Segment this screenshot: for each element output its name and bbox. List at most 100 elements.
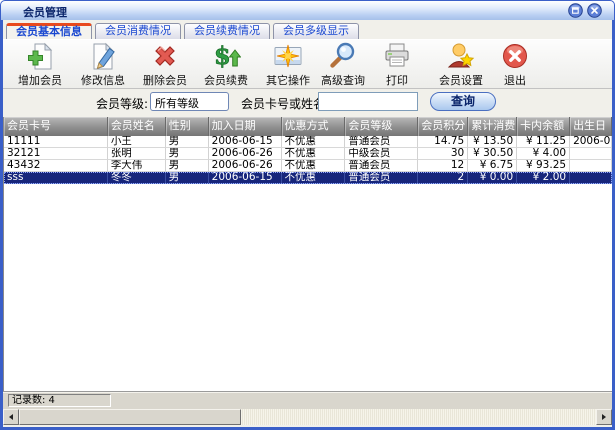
filter-bar: 会员等级: 所有等级 会员卡号或姓名: 查询 xyxy=(3,89,612,117)
card-or-name-input[interactable] xyxy=(318,92,418,111)
delete-member-icon xyxy=(150,41,180,71)
toolbar-button-label: 会员续费 xyxy=(204,72,248,88)
member-settings-icon xyxy=(446,41,476,71)
table-cell: ¥ 2.00 xyxy=(517,172,570,184)
table-cell: 30 xyxy=(418,148,468,160)
toolbar-button[interactable]: 其它操作 xyxy=(259,41,317,86)
card-or-name-label: 会员卡号或姓名: xyxy=(241,95,329,112)
table-cell: ¥ 4.00 xyxy=(517,148,570,160)
tab-3[interactable]: 会员续费情况 xyxy=(184,23,270,39)
toolbar-button-label: 会员设置 xyxy=(439,72,483,88)
table-cell: 男 xyxy=(166,136,209,148)
table-cell: 冬冬 xyxy=(108,172,166,184)
other-operations-icon xyxy=(273,41,303,71)
toolbar-button-label: 高级查询 xyxy=(321,72,365,88)
table-cell: 小王 xyxy=(108,136,166,148)
table-cell: 普通会员 xyxy=(345,172,418,184)
scroll-right-button[interactable] xyxy=(596,409,612,425)
table-header-row: 会员卡号会员姓名性别加入日期优惠方式会员等级会员积分累计消费卡内余额出生日 xyxy=(4,117,612,136)
table-cell: 2006-06-26 xyxy=(209,148,282,160)
table-cell: 11111 xyxy=(4,136,108,148)
table-body: 11111小王男2006-06-15不优惠普通会员14.75¥ 13.50¥ 1… xyxy=(4,136,612,184)
table-cell: 不优惠 xyxy=(282,148,346,160)
column-header[interactable]: 会员等级 xyxy=(345,117,418,136)
tab-1[interactable]: 会员基本信息 xyxy=(6,23,92,39)
add-member-icon xyxy=(25,41,55,71)
table-cell xyxy=(570,148,612,160)
table-cell: 不优惠 xyxy=(282,172,346,184)
tab-4[interactable]: 会员多级显示 xyxy=(273,23,359,39)
scroll-left-button[interactable] xyxy=(3,409,19,425)
edit-info-icon xyxy=(88,41,118,71)
table-cell: 男 xyxy=(166,160,209,172)
table-cell xyxy=(570,172,612,184)
column-header[interactable]: 会员卡号 xyxy=(4,117,108,136)
advanced-query-icon xyxy=(328,41,358,71)
table-cell: 2006-06-26 xyxy=(209,160,282,172)
query-button[interactable]: 查询 xyxy=(430,92,496,111)
table-cell: 不优惠 xyxy=(282,136,346,148)
table-cell: 2006-0 xyxy=(570,136,612,148)
toolbar-button-label: 删除会员 xyxy=(143,72,187,88)
table-row[interactable]: sss冬冬男2006-06-15不优惠普通会员2¥ 0.00¥ 2.00 xyxy=(4,172,612,184)
toolbar-button[interactable]: 删除会员 xyxy=(136,41,194,86)
table-cell: 12 xyxy=(418,160,468,172)
toolbar-button-label: 增加会员 xyxy=(18,72,62,88)
restore-button[interactable] xyxy=(568,3,583,18)
table-cell: 中级会员 xyxy=(345,148,418,160)
table-cell: 普通会员 xyxy=(345,160,418,172)
left-arrow-icon xyxy=(9,414,13,420)
member-level-label: 会员等级: xyxy=(96,95,148,112)
record-count: 记录数: 4 xyxy=(8,394,111,407)
title-bar[interactable]: 会员管理 xyxy=(0,0,615,20)
table-row[interactable]: 11111小王男2006-06-15不优惠普通会员14.75¥ 13.50¥ 1… xyxy=(4,136,612,148)
table-cell: ¥ 93.25 xyxy=(517,160,570,172)
tab-2[interactable]: 会员消费情况 xyxy=(95,23,181,39)
table-cell: sss xyxy=(4,172,108,184)
tab-label: 会员续费情况 xyxy=(194,24,260,37)
column-header[interactable]: 优惠方式 xyxy=(282,117,346,136)
table-cell: 男 xyxy=(166,148,209,160)
right-arrow-icon xyxy=(602,414,606,420)
horizontal-scrollbar[interactable] xyxy=(3,409,612,425)
column-header[interactable]: 加入日期 xyxy=(209,117,282,136)
table-row[interactable]: 32121张明男2006-06-26不优惠中级会员30¥ 30.50¥ 4.00 xyxy=(4,148,612,160)
toolbar-button[interactable]: 会员设置 xyxy=(432,41,490,86)
table-cell: 32121 xyxy=(4,148,108,160)
toolbar-button[interactable]: 退出 xyxy=(486,41,544,86)
column-header[interactable]: 累计消费 xyxy=(468,117,517,136)
table-cell: 男 xyxy=(166,172,209,184)
table-row[interactable]: 43432李大伟男2006-06-26不优惠普通会员12¥ 6.75¥ 93.2… xyxy=(4,160,612,172)
print-icon xyxy=(382,41,412,71)
table-cell: 普通会员 xyxy=(345,136,418,148)
exit-icon xyxy=(500,41,530,71)
column-header[interactable]: 出生日 xyxy=(570,117,612,136)
toolbar-button-label: 其它操作 xyxy=(266,72,310,88)
table-cell: 张明 xyxy=(108,148,166,160)
renew-fee-icon: $ xyxy=(211,41,241,71)
table-cell: 14.75 xyxy=(418,136,468,148)
toolbar: 增加会员 修改信息 删除会员 $ 会员续费 其它操作 高级查询 打印 会员设置 … xyxy=(3,39,612,89)
toolbar-button-label: 打印 xyxy=(386,72,408,88)
column-header[interactable]: 性别 xyxy=(166,117,209,136)
toolbar-button[interactable]: $ 会员续费 xyxy=(197,41,255,86)
column-header[interactable]: 卡内余额 xyxy=(517,117,570,136)
tab-bar: 会员基本信息会员消费情况会员续费情况会员多级显示 xyxy=(6,23,359,39)
status-bar: 记录数: 4 xyxy=(3,391,612,410)
toolbar-button[interactable]: 打印 xyxy=(368,41,426,86)
column-header[interactable]: 会员姓名 xyxy=(108,117,166,136)
member-level-select[interactable]: 所有等级 xyxy=(150,92,229,111)
toolbar-button-label: 修改信息 xyxy=(81,72,125,88)
svg-text:$: $ xyxy=(214,41,231,70)
toolbar-button-label: 退出 xyxy=(504,72,526,88)
toolbar-button[interactable]: 增加会员 xyxy=(11,41,69,86)
scrollbar-thumb[interactable] xyxy=(19,409,241,425)
column-header[interactable]: 会员积分 xyxy=(418,117,468,136)
toolbar-button[interactable]: 高级查询 xyxy=(314,41,372,86)
table-cell: 43432 xyxy=(4,160,108,172)
close-button[interactable] xyxy=(587,3,602,18)
table-cell: ¥ 6.75 xyxy=(468,160,517,172)
toolbar-button[interactable]: 修改信息 xyxy=(74,41,132,86)
table-cell: ¥ 11.25 xyxy=(517,136,570,148)
tab-label: 会员基本信息 xyxy=(16,25,82,38)
